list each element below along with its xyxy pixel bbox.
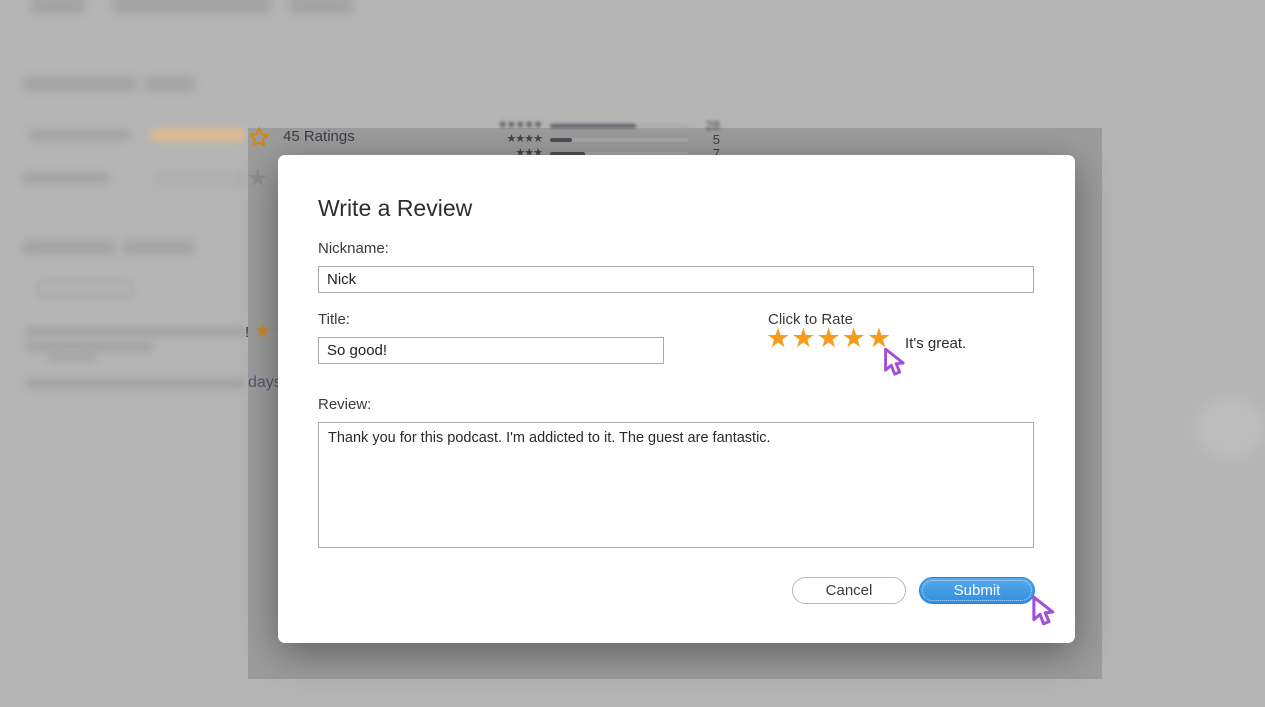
blurred-nav-tab (30, 0, 86, 14)
rating-star[interactable]: ★ (842, 323, 867, 353)
blurred-review-text-line (47, 352, 97, 361)
blurred-review-text-line (25, 326, 245, 337)
rating-star-outline-icon (248, 126, 270, 148)
blurred-average-rating-label (28, 129, 130, 141)
blurred-nav-tab (112, 0, 272, 14)
blurred-review-meta-line (25, 378, 245, 389)
blurred-write-review-button (36, 280, 134, 298)
blurred-side-element (1196, 398, 1265, 458)
cursor-pointer-icon (1030, 596, 1059, 629)
histogram-bar-track (550, 124, 688, 128)
background-review-text-fragment: ! (245, 324, 249, 341)
rating-feedback-text: It's great. (905, 335, 966, 352)
histogram-bar-track (550, 138, 688, 142)
ratings-count-text: 45 Ratings (283, 128, 355, 145)
cancel-button[interactable]: Cancel (792, 577, 906, 604)
write-review-dialog: Write a Review Nickname: Title: Click to… (278, 155, 1075, 643)
histogram-stars: ★★★★ (507, 133, 542, 146)
blurred-nav-tab (288, 0, 354, 14)
submit-button[interactable]: Submit (919, 577, 1035, 604)
title-input[interactable] (318, 337, 664, 364)
histogram-count: 5 (692, 133, 720, 146)
nickname-label: Nickname: (318, 240, 389, 257)
background-review-meta-fragment: days (248, 374, 282, 392)
histogram-stars: ★★★★★ (498, 119, 542, 132)
review-textarea[interactable]: Thank you for this podcast. I'm addicted… (318, 422, 1034, 548)
blurred-heading-customer-ratings (144, 76, 196, 92)
histogram-row: ★★★★ 5 (480, 133, 720, 147)
dialog-title: Write a Review (318, 195, 472, 222)
histogram-bar-fill (550, 124, 636, 128)
blurred-rate-stars (155, 173, 250, 185)
histogram-count: 28 (692, 119, 720, 132)
blurred-rating-stars (150, 128, 246, 142)
gray-star-icon: ★ (247, 167, 269, 191)
star-rating-control[interactable]: ★★★★★ (766, 323, 892, 358)
blurred-heading-customer-ratings (22, 76, 138, 92)
blurred-rate-label (22, 172, 110, 184)
background-review-star-icon: ★★ (254, 322, 280, 341)
rating-star[interactable]: ★ (791, 323, 816, 353)
blurred-heading-customer-reviews (122, 240, 196, 255)
rating-star[interactable]: ★ (816, 323, 841, 353)
cursor-pointer-icon (882, 348, 909, 379)
histogram-row: ★★★★★ 28 (480, 119, 720, 133)
histogram-bar-fill (550, 138, 572, 142)
nickname-input[interactable] (318, 266, 1034, 293)
title-label: Title: (318, 311, 350, 328)
blurred-heading-customer-reviews (22, 240, 116, 255)
rating-star[interactable]: ★ (766, 323, 791, 353)
page: 45 Ratings ★★★★★28★★★★5★★★7 ★ ! ★★ days … (0, 0, 1265, 707)
review-label: Review: (318, 396, 371, 413)
blurred-review-text-line (25, 341, 153, 352)
